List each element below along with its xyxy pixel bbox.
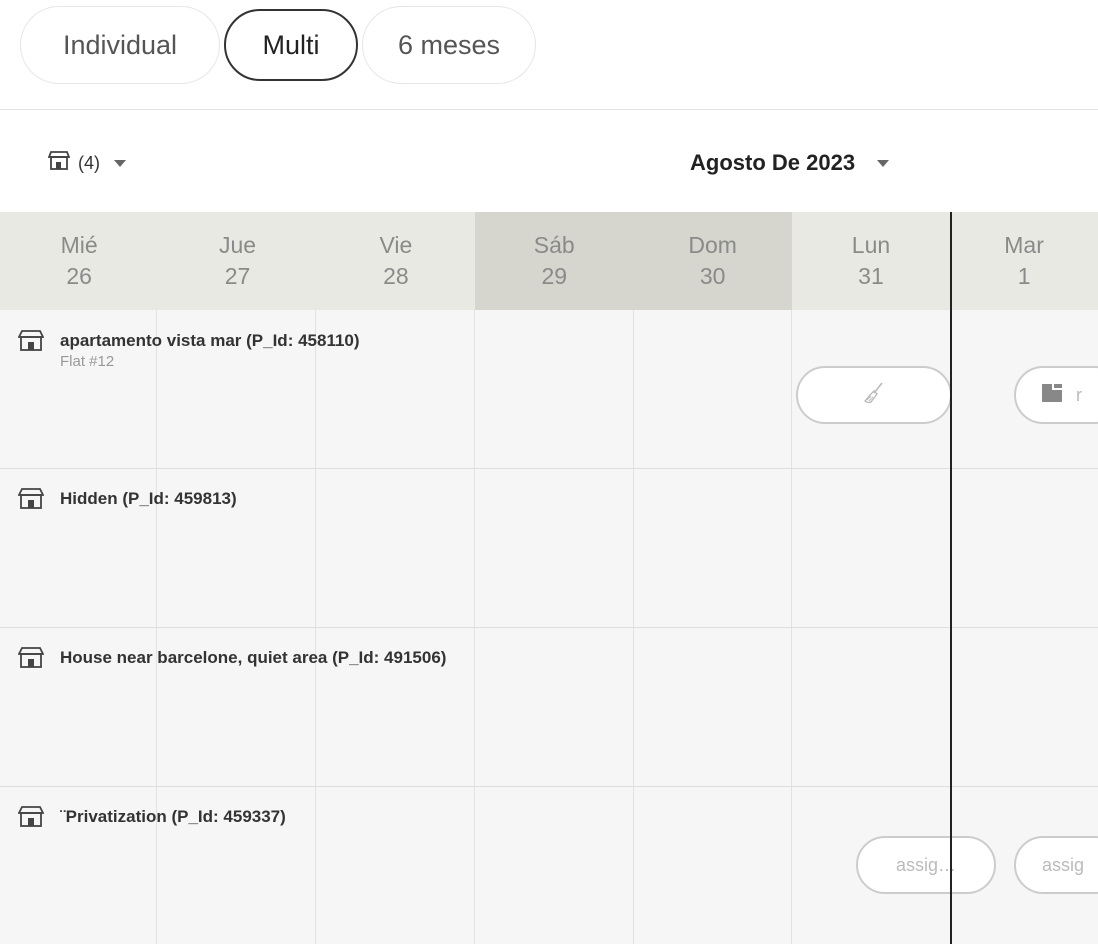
property-count: (4) (78, 152, 100, 173)
calendar-grid: apartamento vista mar (P_Id: 458110) Fla… (0, 310, 1098, 944)
property-icon (47, 150, 71, 176)
tab-individual[interactable]: Individual (20, 6, 220, 84)
cleaning-event[interactable] (796, 366, 952, 424)
view-toggle: Individual Multi 6 meses (20, 6, 536, 84)
day-header: Lun 31 (791, 212, 951, 310)
today-marker (950, 212, 952, 944)
chevron-down-icon (114, 159, 126, 167)
broom-icon (862, 381, 886, 410)
assign-event[interactable]: assig… (856, 836, 996, 894)
tab-six-months[interactable]: 6 meses (362, 6, 536, 84)
day-header-weekend: Sáb 29 (475, 212, 634, 310)
month-selector[interactable]: Agosto De 2023 (690, 146, 890, 180)
day-header-weekend: Dom 30 (633, 212, 792, 310)
month-label: Agosto De 2023 (690, 150, 856, 175)
row-divider (0, 468, 1098, 469)
property-icon (17, 806, 45, 833)
day-header-today: Mar 1 (950, 212, 1098, 310)
row-divider (0, 786, 1098, 787)
property-row[interactable]: House near barcelone, quiet area (P_Id: … (17, 647, 447, 674)
day-header: Mié 26 (0, 212, 159, 310)
property-name: apartamento vista mar (P_Id: 458110) (60, 331, 360, 350)
chevron-down-icon (877, 159, 890, 167)
calendar-header: Mié 26 Jue 27 Vie 28 Sáb 29 Dom 30 Lun 31 Mar 1 (0, 212, 1098, 310)
day-header: Vie 28 (316, 212, 476, 310)
day-header: Jue 27 (158, 212, 317, 310)
property-row[interactable]: ¨Privatization (P_Id: 459337) (17, 806, 286, 833)
property-name: ¨Privatization (P_Id: 459337) (60, 807, 286, 826)
property-icon (17, 488, 45, 515)
divider (0, 109, 1098, 110)
row-divider (0, 627, 1098, 628)
property-name: House near barcelone, quiet area (P_Id: … (60, 648, 447, 667)
assign-event[interactable]: assig (1014, 836, 1098, 894)
property-row[interactable]: Hidden (P_Id: 459813) (17, 488, 237, 515)
block-event[interactable]: r (1014, 366, 1098, 424)
property-row[interactable]: apartamento vista mar (P_Id: 458110) Fla… (17, 330, 360, 372)
property-icon (17, 647, 45, 674)
tab-multi[interactable]: Multi (224, 9, 358, 81)
partial-block-icon (1040, 382, 1064, 409)
property-unit: Flat #12 (60, 353, 115, 370)
property-name: Hidden (P_Id: 459813) (60, 489, 237, 508)
property-filter-dropdown[interactable]: (4) (47, 148, 126, 178)
property-icon (17, 330, 45, 357)
